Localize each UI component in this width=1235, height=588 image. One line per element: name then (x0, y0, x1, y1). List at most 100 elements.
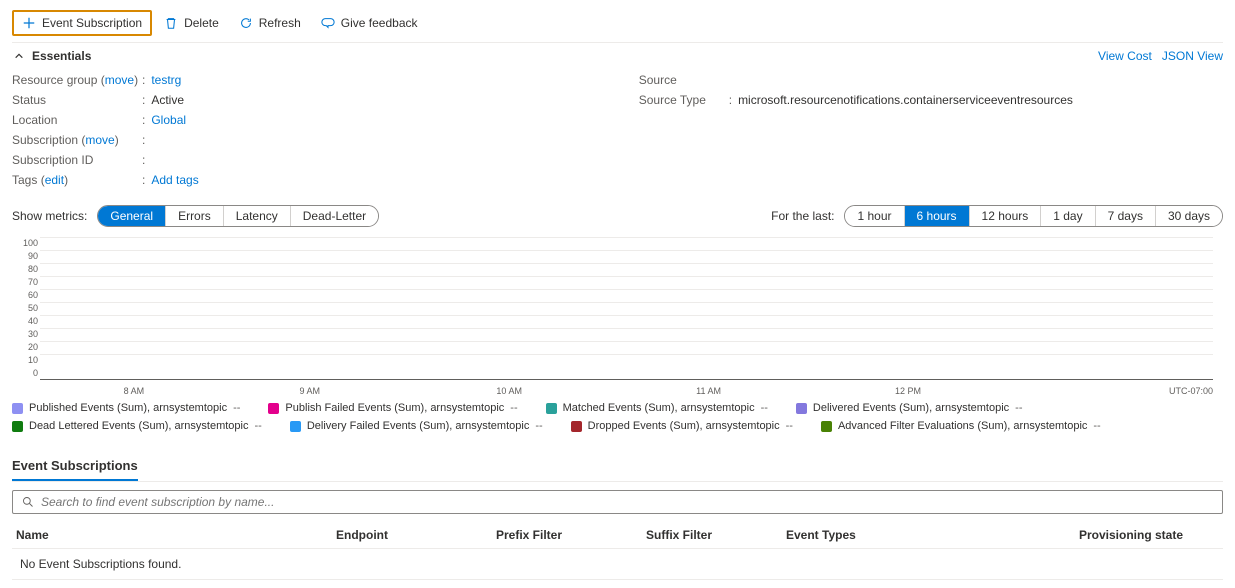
feedback-icon (321, 16, 335, 30)
resource-group-move-link[interactable]: move (105, 73, 134, 87)
legend-swatch (571, 421, 582, 432)
legend-value: -- (1015, 402, 1022, 414)
metrics-dead-letter[interactable]: Dead-Letter (290, 206, 378, 226)
chart-x-axis: UTC-07:00 8 AM9 AM10 AM11 AM12 PM (40, 380, 1213, 396)
essentials-subscription-id: Subscription ID : (12, 153, 199, 167)
range-1-hour[interactable]: 1 hour (845, 206, 903, 226)
essentials-toggle[interactable]: Essentials (12, 49, 91, 63)
metrics-right: For the last: 1 hour 6 hours 12 hours 1 … (771, 205, 1223, 227)
essentials-header: Essentials View Cost JSON View (12, 42, 1223, 67)
timerange-pill-group: 1 hour 6 hours 12 hours 1 day 7 days 30 … (844, 205, 1223, 227)
delete-icon (164, 16, 178, 30)
metrics-latency[interactable]: Latency (223, 206, 290, 226)
essentials-subscription: Subscription (move) : (12, 133, 199, 147)
location-label: Location (12, 113, 142, 127)
refresh-icon (239, 16, 253, 30)
range-7-days[interactable]: 7 days (1095, 206, 1155, 226)
view-cost-link[interactable]: View Cost (1098, 49, 1152, 63)
give-feedback-button[interactable]: Give feedback (313, 12, 426, 34)
legend-item[interactable]: Advanced Filter Evaluations (Sum), arnsy… (821, 420, 1101, 432)
range-6-hours[interactable]: 6 hours (904, 206, 969, 226)
legend-item[interactable]: Published Events (Sum), arnsystemtopic -… (12, 402, 240, 414)
metrics-errors[interactable]: Errors (165, 206, 223, 226)
tags-label: Tags (12, 173, 37, 187)
essentials-tags: Tags (edit) : Add tags (12, 173, 199, 187)
col-suffix: Suffix Filter (646, 528, 786, 542)
essentials-grid: Resource group (move) : testrg Status : … (12, 67, 1223, 197)
source-type-label: Source Type (639, 93, 729, 107)
metrics-general[interactable]: General (98, 206, 165, 226)
tags-edit-link[interactable]: edit (45, 173, 64, 187)
essentials-label: Essentials (32, 49, 91, 63)
legend-value: -- (254, 420, 261, 432)
command-bar: Event Subscription Delete Refresh Give f… (12, 8, 1223, 38)
give-feedback-label: Give feedback (341, 16, 418, 30)
source-label: Source (639, 73, 729, 87)
col-provision: Provisioning state (1079, 528, 1219, 542)
status-label: Status (12, 93, 142, 107)
subscriptions-title: Event Subscriptions (12, 448, 138, 481)
legend-item[interactable]: Delivery Failed Events (Sum), arnsystemt… (290, 420, 543, 432)
add-tags-link[interactable]: Add tags (151, 173, 198, 187)
essentials-location: Location : Global (12, 113, 199, 127)
legend-label: Dropped Events (Sum), arnsystemtopic (588, 420, 780, 432)
col-name: Name (16, 528, 336, 542)
subscription-search[interactable] (12, 490, 1223, 514)
source-type-value: microsoft.resourcenotifications.containe… (738, 93, 1073, 107)
status-value: Active (151, 93, 184, 107)
metrics-chart: 1009080706050403020100 UTC-07:00 8 AM9 A… (12, 237, 1223, 396)
legend-item[interactable]: Delivered Events (Sum), arnsystemtopic -… (796, 402, 1023, 414)
legend-value: -- (786, 420, 793, 432)
legend-value: -- (1093, 420, 1100, 432)
legend-item[interactable]: Matched Events (Sum), arnsystemtopic -- (546, 402, 768, 414)
legend-label: Matched Events (Sum), arnsystemtopic (563, 402, 755, 414)
essentials-source: Source (639, 73, 1073, 87)
legend-item[interactable]: Dropped Events (Sum), arnsystemtopic -- (571, 420, 793, 432)
legend-value: -- (535, 420, 542, 432)
search-icon (21, 495, 35, 509)
delete-button[interactable]: Delete (156, 12, 227, 34)
subscription-search-input[interactable] (41, 495, 1214, 509)
refresh-button[interactable]: Refresh (231, 12, 309, 34)
for-last-label: For the last: (771, 209, 834, 223)
legend-swatch (12, 403, 23, 414)
subscriptions-title-wrap: Event Subscriptions (12, 448, 1223, 482)
metrics-controls: Show metrics: General Errors Latency Dea… (12, 197, 1223, 237)
essentials-links: View Cost JSON View (1098, 49, 1223, 63)
chart-timezone: UTC-07:00 (1169, 386, 1213, 396)
essentials-source-type: Source Type : microsoft.resourcenotifica… (639, 93, 1073, 107)
subscription-move-link[interactable]: move (85, 133, 114, 147)
col-endpoint: Endpoint (336, 528, 496, 542)
legend-swatch (546, 403, 557, 414)
range-30-days[interactable]: 30 days (1155, 206, 1222, 226)
legend-swatch (796, 403, 807, 414)
legend-label: Delivered Events (Sum), arnsystemtopic (813, 402, 1009, 414)
legend-swatch (821, 421, 832, 432)
chart-legend: Published Events (Sum), arnsystemtopic -… (12, 396, 1223, 448)
legend-item[interactable]: Dead Lettered Events (Sum), arnsystemtop… (12, 420, 262, 432)
subscription-id-label: Subscription ID (12, 153, 142, 167)
event-subscription-label: Event Subscription (42, 16, 142, 30)
col-types: Event Types (786, 528, 1079, 542)
legend-label: Dead Lettered Events (Sum), arnsystemtop… (29, 420, 248, 432)
legend-label: Published Events (Sum), arnsystemtopic (29, 402, 227, 414)
essentials-right-col: Source Source Type : microsoft.resourcen… (639, 73, 1073, 187)
metrics-pill-group: General Errors Latency Dead-Letter (97, 205, 379, 227)
legend-label: Delivery Failed Events (Sum), arnsystemt… (307, 420, 530, 432)
subscriptions-table-header: Name Endpoint Prefix Filter Suffix Filte… (12, 522, 1223, 549)
plus-icon (22, 16, 36, 30)
resource-group-value[interactable]: testrg (151, 73, 181, 87)
legend-value: -- (761, 402, 768, 414)
metrics-left: Show metrics: General Errors Latency Dea… (12, 205, 379, 227)
range-1-day[interactable]: 1 day (1040, 206, 1094, 226)
legend-item[interactable]: Publish Failed Events (Sum), arnsystemto… (268, 402, 517, 414)
delete-label: Delete (184, 16, 219, 30)
json-view-link[interactable]: JSON View (1162, 49, 1223, 63)
location-value[interactable]: Global (151, 113, 186, 127)
refresh-label: Refresh (259, 16, 301, 30)
show-metrics-label: Show metrics: (12, 209, 87, 223)
range-12-hours[interactable]: 12 hours (969, 206, 1041, 226)
legend-label: Publish Failed Events (Sum), arnsystemto… (285, 402, 504, 414)
subscription-label: Subscription (12, 133, 78, 147)
event-subscription-button[interactable]: Event Subscription (12, 10, 152, 36)
